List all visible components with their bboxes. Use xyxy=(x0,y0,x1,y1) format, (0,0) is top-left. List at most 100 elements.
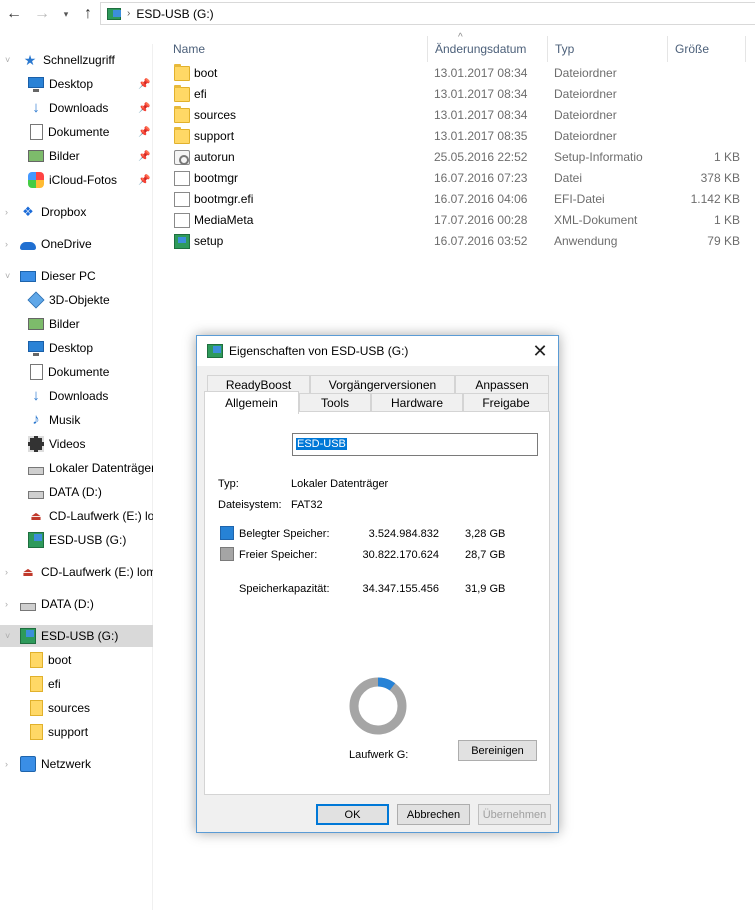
file-date: 13.01.2017 08:34 xyxy=(434,108,528,122)
sidebar-item-3d-objects[interactable]: 3D-Objekte xyxy=(0,289,153,311)
forward-arrow-icon[interactable]: → xyxy=(32,4,52,24)
file-type: XML-Dokument xyxy=(554,213,638,227)
sidebar-item-documents-pc[interactable]: Dokumente xyxy=(0,361,153,383)
back-arrow-icon[interactable]: ← xyxy=(4,4,24,24)
column-header-type[interactable]: Typ xyxy=(548,36,668,62)
pin-icon[interactable]: 📌 xyxy=(138,127,150,138)
expand-chevron-icon[interactable]: ˅ xyxy=(5,55,10,65)
close-icon[interactable]: ✕ xyxy=(530,341,550,362)
cd-drive-icon: ⏏ xyxy=(30,509,42,523)
file-row[interactable]: sources 13.01.2017 08:34 Dateiordner xyxy=(166,105,755,126)
file-row[interactable]: autorun 25.05.2016 22:52 Setup-Informati… xyxy=(166,147,755,168)
file-date: 17.07.2016 00:28 xyxy=(434,213,528,227)
sidebar-label: Downloads xyxy=(49,389,109,403)
documents-icon xyxy=(30,364,43,380)
sidebar-item-quick-access[interactable]: ˅ ★ Schnellzugriff xyxy=(0,49,153,71)
sidebar-label: DATA (D:) xyxy=(41,597,94,611)
sidebar-item-onedrive[interactable]: › OneDrive xyxy=(0,233,153,255)
cancel-button[interactable]: Abbrechen xyxy=(397,804,470,825)
column-header-name[interactable]: Name xyxy=(166,36,428,62)
sidebar-item-downloads-pc[interactable]: ↓ Downloads xyxy=(0,385,153,407)
expand-chevron-icon[interactable]: › xyxy=(5,239,8,249)
column-header-date[interactable]: Änderungsdatum xyxy=(428,36,548,62)
sidebar-item-music[interactable]: ♪ Musik xyxy=(0,409,153,431)
sidebar-item-efi[interactable]: efi xyxy=(0,673,153,695)
tab-tools[interactable]: Tools xyxy=(299,393,371,412)
expand-chevron-icon[interactable]: › xyxy=(5,567,8,577)
column-header-size[interactable]: Größe xyxy=(668,36,746,62)
address-field[interactable]: › ESD-USB (G:) xyxy=(100,2,755,25)
sidebar-item-boot[interactable]: boot xyxy=(0,649,153,671)
recent-locations-chevron-icon[interactable]: ▾ xyxy=(58,4,74,24)
music-note-icon: ♪ xyxy=(32,411,40,428)
file-row[interactable]: support 13.01.2017 08:35 Dateiordner xyxy=(166,126,755,147)
file-type: Anwendung xyxy=(554,234,618,248)
sidebar-item-pictures[interactable]: Bilder 📌 xyxy=(0,145,153,167)
donut-free-segment xyxy=(349,677,407,735)
sidebar-item-icloud-photos[interactable]: iCloud-Fotos 📌 xyxy=(0,169,153,191)
file-date: 16.07.2016 07:23 xyxy=(434,171,528,185)
sidebar-item-dropbox[interactable]: › ❖ Dropbox xyxy=(0,201,153,223)
pin-icon[interactable]: 📌 xyxy=(138,103,150,114)
sidebar-item-documents[interactable]: Dokumente 📌 xyxy=(0,121,153,143)
sidebar-label: Dieser PC xyxy=(41,269,96,283)
file-row[interactable]: bootmgr 16.07.2016 07:23 Datei 378 KB xyxy=(166,168,755,189)
sidebar-item-esd-usb[interactable]: ˅ ESD-USB (G:) xyxy=(0,625,153,647)
expand-chevron-icon[interactable]: › xyxy=(5,599,8,609)
tab-previous-versions[interactable]: Vorgängerversionen xyxy=(310,375,455,394)
computer-icon xyxy=(20,270,36,282)
breadcrumb-chevron-icon[interactable]: › xyxy=(127,8,130,19)
setup-app-icon xyxy=(174,234,190,249)
sidebar-item-videos[interactable]: Videos xyxy=(0,433,153,455)
apply-button[interactable]: Übernehmen xyxy=(478,804,551,825)
sidebar-item-sources[interactable]: sources xyxy=(0,697,153,719)
sidebar-item-data-drive[interactable]: › DATA (D:) xyxy=(0,593,153,615)
file-icon xyxy=(174,171,190,186)
sidebar-label: CD-Laufwerk (E:) lo xyxy=(49,509,153,523)
sidebar-label: iCloud-Fotos xyxy=(49,173,118,187)
sidebar-item-desktop[interactable]: Desktop 📌 xyxy=(0,73,153,95)
file-name: MediaMeta xyxy=(194,213,254,227)
sidebar-item-pictures-pc[interactable]: Bilder xyxy=(0,313,153,335)
sidebar-item-esd-usb-pc[interactable]: ESD-USB (G:) xyxy=(0,529,153,551)
expand-chevron-icon[interactable]: ˅ xyxy=(5,271,10,281)
expand-chevron-icon[interactable]: › xyxy=(5,207,8,217)
divider xyxy=(218,466,536,467)
sidebar-item-network[interactable]: › Netzwerk xyxy=(0,753,153,775)
dialog-title-bar[interactable]: Eigenschaften von ESD-USB (G:) ✕ xyxy=(197,336,558,366)
up-arrow-icon[interactable]: ↑ xyxy=(78,4,98,24)
sidebar-item-downloads[interactable]: ↓ Downloads 📌 xyxy=(0,97,153,119)
sidebar-item-this-pc[interactable]: ˅ Dieser PC xyxy=(0,265,153,287)
file-row[interactable]: boot 13.01.2017 08:34 Dateiordner xyxy=(166,63,755,84)
file-row[interactable]: efi 13.01.2017 08:34 Dateiordner xyxy=(166,84,755,105)
pin-icon[interactable]: 📌 xyxy=(138,79,150,90)
sidebar-item-data-d[interactable]: DATA (D:) xyxy=(0,481,153,503)
usb-drive-icon xyxy=(107,7,121,20)
sidebar-item-cd-drive-e[interactable]: ⏏ CD-Laufwerk (E:) lo xyxy=(0,505,153,527)
used-space-bytes: 3.524.984.832 xyxy=(368,528,439,540)
ok-button[interactable]: OK xyxy=(316,804,389,825)
sidebar-item-local-disk[interactable]: Lokaler Datenträger xyxy=(0,457,153,479)
cleanup-button[interactable]: Bereinigen xyxy=(458,740,537,761)
tab-customize[interactable]: Anpassen xyxy=(455,375,549,394)
file-row[interactable]: MediaMeta 17.07.2016 00:28 XML-Dokument … xyxy=(166,210,755,231)
sidebar-item-desktop-pc[interactable]: Desktop xyxy=(0,337,153,359)
volume-name-input[interactable]: ESD-USB xyxy=(292,433,538,456)
navigation-pane: ˅ ★ Schnellzugriff Desktop 📌 ↓ Downloads… xyxy=(0,44,153,910)
breadcrumb-current[interactable]: ESD-USB (G:) xyxy=(136,7,213,21)
tab-hardware[interactable]: Hardware xyxy=(371,393,463,412)
sidebar-label: Netzwerk xyxy=(41,757,92,771)
sidebar-label: Downloads xyxy=(49,101,109,115)
expand-chevron-icon[interactable]: › xyxy=(5,759,8,769)
file-row[interactable]: setup 16.07.2016 03:52 Anwendung 79 KB xyxy=(166,231,755,252)
network-icon xyxy=(20,756,36,772)
expand-chevron-icon[interactable]: ˅ xyxy=(5,631,10,641)
tab-sharing[interactable]: Freigabe xyxy=(463,393,549,412)
sidebar-item-cd-drive[interactable]: › ⏏ CD-Laufwerk (E:) lom xyxy=(0,561,153,583)
file-row[interactable]: bootmgr.efi 16.07.2016 04:06 EFI-Datei 1… xyxy=(166,189,755,210)
pin-icon[interactable]: 📌 xyxy=(138,151,150,162)
tab-general[interactable]: Allgemein xyxy=(204,391,299,414)
sidebar-item-support[interactable]: support xyxy=(0,721,153,743)
disk-usage-donut xyxy=(349,677,407,735)
pin-icon[interactable]: 📌 xyxy=(138,175,150,186)
